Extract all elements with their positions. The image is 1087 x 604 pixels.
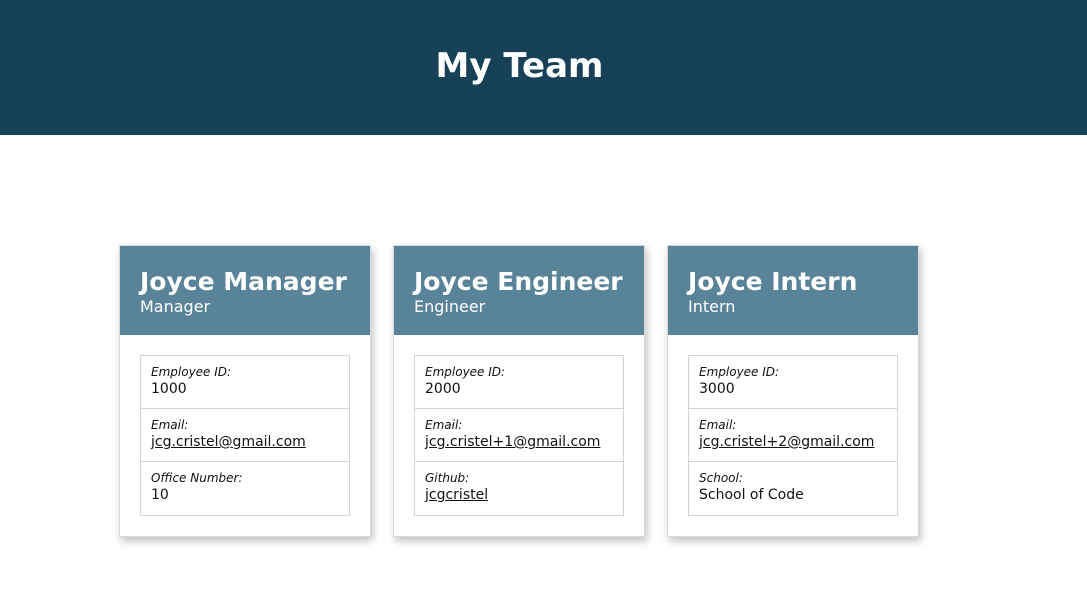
page-header: My Team: [0, 0, 1087, 135]
card-header: Joyce Manager Manager: [120, 246, 370, 335]
employee-id-value: 3000: [699, 381, 735, 397]
info-label: Email:: [699, 418, 737, 432]
employee-card-manager: Joyce Manager Manager Employee ID: 1000 …: [119, 245, 371, 537]
info-row-email: Email: jcg.cristel+2@gmail.com: [689, 409, 897, 462]
info-list: Employee ID: 3000 Email: jcg.cristel+2@g…: [688, 355, 898, 516]
employee-role: Engineer: [414, 297, 486, 316]
card-body: Employee ID: 3000 Email: jcg.cristel+2@g…: [668, 335, 918, 536]
team-cards: Joyce Manager Manager Employee ID: 1000 …: [119, 245, 919, 537]
info-list: Employee ID: 2000 Email: jcg.cristel+1@g…: [414, 355, 624, 516]
info-row-id: Employee ID: 2000: [415, 356, 623, 409]
card-header: Joyce Intern Intern: [668, 246, 918, 335]
employee-role: Manager: [140, 297, 211, 316]
info-label: School:: [699, 471, 743, 485]
info-row-id: Employee ID: 3000: [689, 356, 897, 409]
info-label: Email:: [151, 418, 189, 432]
employee-name: Joyce Intern: [688, 267, 858, 296]
info-row-school: School: School of Code: [689, 462, 897, 515]
card-body: Employee ID: 1000 Email: jcg.cristel@gma…: [120, 335, 370, 536]
info-list: Employee ID: 1000 Email: jcg.cristel@gma…: [140, 355, 350, 516]
info-label: Employee ID:: [425, 365, 506, 379]
github-link[interactable]: jcgcristel: [425, 486, 613, 505]
card-header: Joyce Engineer Engineer: [394, 246, 644, 335]
office-number-value: 10: [151, 487, 169, 503]
card-body: Employee ID: 2000 Email: jcg.cristel+1@g…: [394, 335, 644, 536]
info-label: Github:: [425, 471, 470, 485]
info-label: Employee ID:: [699, 365, 780, 379]
email-link[interactable]: jcg.cristel@gmail.com: [151, 433, 339, 452]
employee-id-value: 2000: [425, 381, 461, 397]
employee-card-engineer: Joyce Engineer Engineer Employee ID: 200…: [393, 245, 645, 537]
info-label: Office Number:: [151, 471, 243, 485]
info-row-email: Email: jcg.cristel+1@gmail.com: [415, 409, 623, 462]
page-title: My Team: [435, 45, 604, 86]
info-row-github: Github: jcgcristel: [415, 462, 623, 515]
employee-card-intern: Joyce Intern Intern Employee ID: 3000 Em…: [667, 245, 919, 537]
info-row-email: Email: jcg.cristel@gmail.com: [141, 409, 349, 462]
employee-id-value: 1000: [151, 381, 187, 397]
info-label: Email:: [425, 418, 463, 432]
employee-name: Joyce Engineer: [414, 267, 623, 296]
info-row-id: Employee ID: 1000: [141, 356, 349, 409]
email-link[interactable]: jcg.cristel+2@gmail.com: [699, 433, 887, 452]
employee-role: Intern: [688, 297, 736, 316]
info-label: Employee ID:: [151, 365, 232, 379]
email-link[interactable]: jcg.cristel+1@gmail.com: [425, 433, 613, 452]
school-value: School of Code: [699, 487, 804, 503]
info-row-office: Office Number: 10: [141, 462, 349, 515]
employee-name: Joyce Manager: [140, 267, 347, 296]
